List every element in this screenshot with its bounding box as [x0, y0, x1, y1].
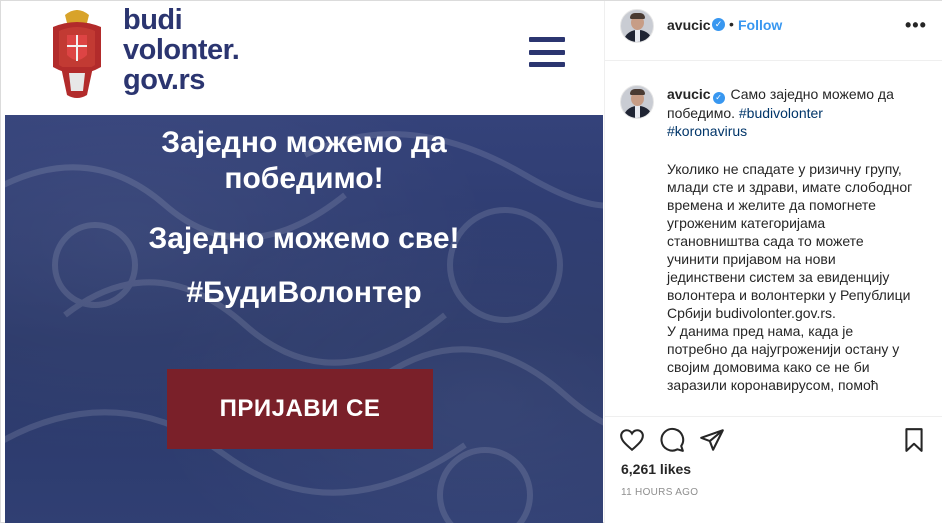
post-timestamp[interactable]: 11 HOURS AGO: [621, 487, 698, 498]
more-options-icon[interactable]: •••: [905, 15, 927, 36]
username-link[interactable]: avucic: [667, 17, 711, 33]
brand-wordmark[interactable]: budi volonter. gov.rs: [123, 4, 240, 96]
heart-icon[interactable]: [619, 427, 645, 453]
image-header-bar: budi volonter. gov.rs: [5, 1, 603, 115]
caption-scroll-area[interactable]: avucic ✓ Само заједно можемо да победимо.…: [605, 61, 942, 416]
caption-username-link[interactable]: avucic: [667, 86, 711, 102]
caption-text: avucic ✓ Само заједно можемо да победимо.…: [667, 85, 917, 394]
headline-together-all: Заједно можемо све!: [148, 222, 460, 255]
hashtag-link[interactable]: #budivolonter: [739, 105, 823, 121]
menu-icon[interactable]: [529, 37, 565, 67]
instagram-post-window: budi volonter. gov.rs Заједно можемо да …: [0, 0, 942, 523]
share-icon[interactable]: [699, 427, 725, 453]
post-header: avucic ✓ • Follow •••: [605, 1, 942, 61]
hashtag-link[interactable]: #koronavirus: [667, 123, 747, 139]
bookmark-icon[interactable]: [901, 427, 927, 453]
caption-avatar[interactable]: [620, 85, 654, 119]
verified-badge-icon: ✓: [712, 18, 725, 31]
campaign-banner: Заједно можемо да победимо! Заједно може…: [5, 115, 603, 523]
headline-together-win: Заједно можемо да победимо!: [161, 126, 447, 195]
brand-line-1: budi: [123, 4, 183, 36]
follow-button[interactable]: Follow: [738, 17, 782, 33]
brand-line-2: volonter.: [123, 34, 240, 66]
avatar[interactable]: [620, 9, 654, 43]
post-sidebar: avucic ✓ • Follow ••• avucic ✓ Само зајед…: [604, 1, 942, 523]
verified-badge-icon: ✓: [712, 92, 725, 104]
headline-hashtag: #БудиВолонтер: [186, 276, 422, 309]
comment-icon[interactable]: [659, 427, 685, 453]
post-actions: 6,261 likes 11 HOURS AGO: [605, 416, 942, 523]
caption-body: Уколико не спадате у ризичну групу, млад…: [667, 161, 913, 393]
post-image[interactable]: budi volonter. gov.rs Заједно можемо да …: [5, 1, 603, 523]
signup-button[interactable]: ПРИЈАВИ СЕ: [167, 369, 433, 449]
brand-line-3: gov.rs: [123, 64, 205, 96]
serbian-coat-of-arms-logo: [53, 10, 101, 98]
separator-dot: •: [729, 16, 734, 32]
likes-count[interactable]: 6,261 likes: [621, 461, 691, 477]
